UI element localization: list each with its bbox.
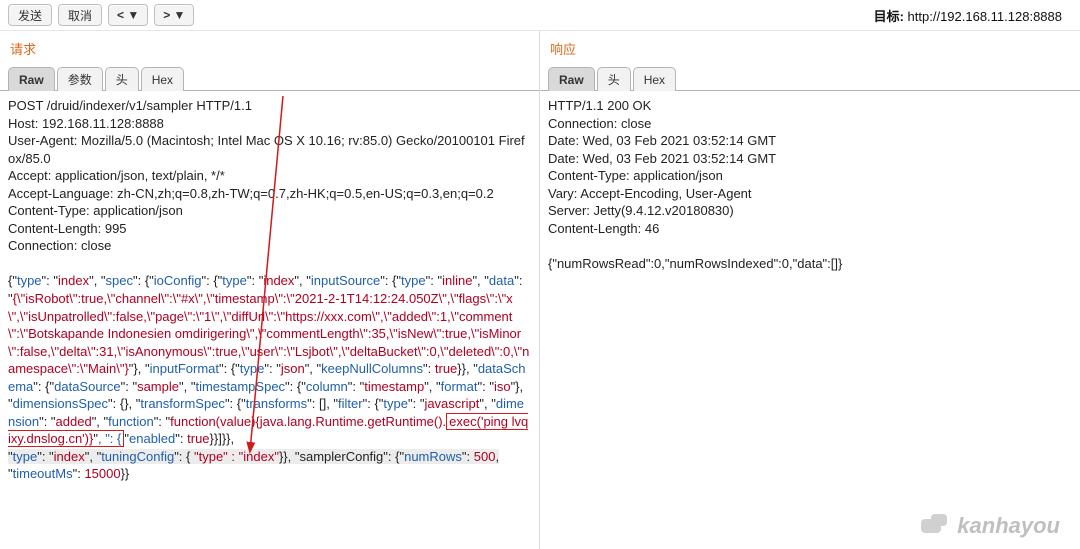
target-url: http://192.168.11.128:8888 <box>908 9 1062 24</box>
request-title: 请求 <box>0 31 539 64</box>
response-text: HTTP/1.1 200 OKConnection: closeDate: We… <box>548 97 1072 272</box>
request-json-body: {"type": "index", "spec": {"ioConfig": {… <box>8 272 531 483</box>
send-button[interactable]: 发送 <box>8 4 52 26</box>
prev-button[interactable]: < ▼ <box>108 4 148 26</box>
next-button[interactable]: > ▼ <box>154 4 194 26</box>
request-headers-text: POST /druid/indexer/v1/sampler HTTP/1.1H… <box>8 97 531 255</box>
tab-raw[interactable]: Raw <box>8 67 55 91</box>
request-tabs: Raw 参数 头 Hex <box>0 66 539 91</box>
cancel-button[interactable]: 取消 <box>58 4 102 26</box>
tab-hex[interactable]: Hex <box>141 67 184 91</box>
tab-hex-response[interactable]: Hex <box>633 67 676 91</box>
tab-headers[interactable]: 头 <box>105 67 139 91</box>
response-tabs: Raw 头 Hex <box>540 66 1080 91</box>
request-pane: 请求 Raw 参数 头 Hex POST /druid/indexer/v1/s… <box>0 31 540 549</box>
tab-headers-response[interactable]: 头 <box>597 67 631 91</box>
request-body[interactable]: POST /druid/indexer/v1/sampler HTTP/1.1H… <box>0 91 539 549</box>
response-title: 响应 <box>540 31 1080 64</box>
target-label: 目标: http://192.168.11.128:8888 <box>874 6 1062 25</box>
tab-raw-response[interactable]: Raw <box>548 67 595 91</box>
tab-params[interactable]: 参数 <box>57 67 103 91</box>
response-body[interactable]: HTTP/1.1 200 OKConnection: closeDate: We… <box>540 91 1080 549</box>
target-text-label: 目标: <box>874 9 904 24</box>
split-panes: 请求 Raw 参数 头 Hex POST /druid/indexer/v1/s… <box>0 30 1080 549</box>
toolbar: 发送 取消 < ▼ > ▼ 目标: http://192.168.11.128:… <box>0 0 1080 30</box>
response-pane: 响应 Raw 头 Hex HTTP/1.1 200 OKConnection: … <box>540 31 1080 549</box>
